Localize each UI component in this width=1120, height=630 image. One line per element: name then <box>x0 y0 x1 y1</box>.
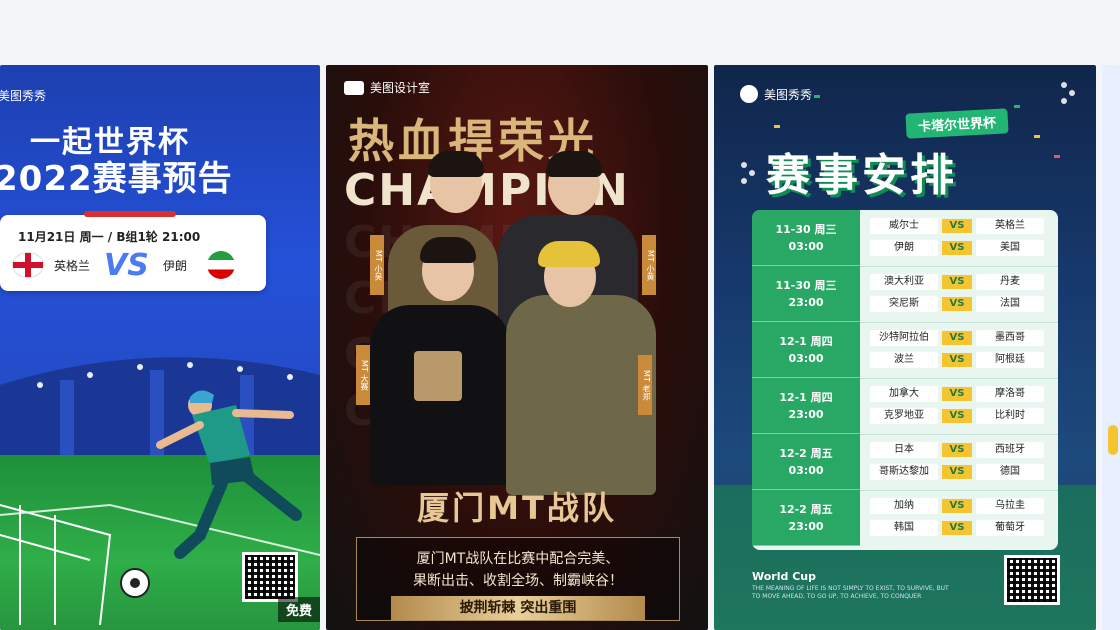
match-panel: 11月21日 周一 / B组1轮 21:00 英格兰 VS 伊朗 <box>0 211 266 291</box>
card-title: 赛事安排 <box>766 150 958 201</box>
team-name: 厦门MT战队 <box>417 489 617 527</box>
vs-badge: VS <box>942 465 972 479</box>
team-name: 摩洛哥 <box>976 386 1044 402</box>
team-name: 德国 <box>976 464 1044 480</box>
brand-text: 美图秀秀 <box>0 89 47 103</box>
schedule-row: 12-2 周五 03:00 日本 VS 西班牙 哥斯达黎加 VS 德国 <box>752 434 1058 491</box>
brand-label: 美图秀秀 <box>740 85 812 103</box>
card-subtitle: 卡塔尔世界杯 <box>905 108 1009 139</box>
vs-badge: VS <box>942 275 972 289</box>
team-name: 阿根廷 <box>976 352 1044 368</box>
england-flag-icon <box>12 252 44 278</box>
team-name: 丹麦 <box>976 274 1044 290</box>
schedule-datetime: 12-1 周四 23:00 <box>752 378 860 434</box>
team-away: 伊朗 <box>162 258 187 273</box>
brand-label: 美图秀秀 <box>0 87 46 104</box>
team-name: 法国 <box>976 296 1044 312</box>
brand-text: 美图秀秀 <box>764 87 813 102</box>
description-line: 厦门MT战队在比赛中配合完美、 <box>416 551 620 567</box>
team-name: 葡萄牙 <box>976 520 1044 536</box>
team-home: 英格兰 <box>54 258 91 273</box>
team-name: 日本 <box>870 442 938 458</box>
team-name: 乌拉圭 <box>976 498 1044 514</box>
team-name: 西班牙 <box>976 442 1044 458</box>
footer-title: World Cup <box>752 570 816 583</box>
team-name: 加拿大 <box>870 386 938 402</box>
iran-flag-icon <box>206 251 235 279</box>
schedule-row: 12-1 周四 03:00 沙特阿拉伯 VS 墨西哥 波兰 VS 阿根廷 <box>752 322 1058 379</box>
vs-badge: VS <box>942 387 972 401</box>
card-title-line2: 2022赛事预告 <box>0 159 233 199</box>
brand-label: 美图设计室 <box>344 79 430 96</box>
template-card-world-cup-preview[interactable]: 美图秀秀 一起世界杯 2022赛事预告 11月21日 周一 / B组1轮 21:… <box>0 65 320 630</box>
vs-badge: VS <box>942 443 972 457</box>
footer-text: THE MEANING OF LIFE IS NOT SIMPLY TO EXI… <box>752 585 949 600</box>
meitu-logo-icon <box>740 85 758 103</box>
schedule-datetime: 12-2 周五 23:00 <box>752 490 860 546</box>
team-name: 威尔士 <box>870 218 938 234</box>
qr-code <box>1004 555 1060 605</box>
free-badge: 免费 <box>277 597 320 622</box>
team-name: 克罗地亚 <box>870 408 938 424</box>
schedule-table: 11-30 周三 03:00 威尔士 VS 英格兰 伊朗 VS 美国 11-30 … <box>752 210 1058 550</box>
vs-badge: VS <box>942 521 972 535</box>
team-name: 韩国 <box>870 520 938 536</box>
description-text: 厦门MT战队在比赛中配合完美、 果断出击、收割全场、制霸峡谷！ <box>357 548 679 592</box>
player-tag: MT 老郑 <box>638 355 652 415</box>
vs-badge: VS <box>942 409 972 423</box>
description-box: 厦门MT战队在比赛中配合完美、 果断出击、收割全场、制霸峡谷！ 披荆斩棘 突出重… <box>356 537 680 621</box>
player-tag: MT 小黄 <box>642 235 656 295</box>
match-row: 英格兰 VS 伊朗 <box>12 248 252 283</box>
partial-card-graphic <box>1108 425 1118 455</box>
team-name: 哥斯达黎加 <box>870 464 938 480</box>
team-name: 英格兰 <box>976 218 1044 234</box>
vs-badge: VS <box>942 499 972 513</box>
template-card-esports-team[interactable]: 美图设计室 热血捍荣光 CHAMPION CHAMPIONCHAMPIONCHA… <box>326 65 708 630</box>
team-name: 墨西哥 <box>976 330 1044 346</box>
team-name: 比利时 <box>976 408 1044 424</box>
schedule-row: 11-30 周三 23:00 澳大利亚 VS 丹麦 突尼斯 VS 法国 <box>752 266 1058 323</box>
template-card-match-schedule[interactable]: 美图秀秀 卡塔尔世界杯 赛事安排 11-30 周三 03:00 威尔士 VS 英格… <box>714 65 1096 630</box>
vs-badge: VS <box>942 297 972 311</box>
schedule-row: 11-30 周三 03:00 威尔士 VS 英格兰 伊朗 VS 美国 <box>752 210 1058 267</box>
vs-label: VS <box>104 247 149 283</box>
qr-code <box>242 552 298 602</box>
team-name: 突尼斯 <box>870 296 938 312</box>
slogan-banner: 披荆斩棘 突出重围 <box>391 596 645 620</box>
schedule-datetime: 11-30 周三 03:00 <box>752 210 860 266</box>
schedule-row: 12-2 周五 23:00 加纳 VS 乌拉圭 韩国 VS 葡萄牙 <box>752 490 1058 546</box>
vs-badge: VS <box>942 219 972 233</box>
vs-badge: VS <box>942 241 972 255</box>
team-name: 波兰 <box>870 352 938 368</box>
brand-text: 美图设计室 <box>370 81 431 95</box>
panel-accent-bar <box>84 211 176 217</box>
team-name: 澳大利亚 <box>870 274 938 290</box>
team-name: 加纳 <box>870 498 938 514</box>
vs-badge: VS <box>942 353 972 367</box>
match-date: 11月21日 周一 / B组1轮 21:00 <box>18 230 201 244</box>
schedule-datetime: 12-1 周四 03:00 <box>752 322 860 378</box>
player-tag: MT 小吴 <box>370 235 384 295</box>
schedule-datetime: 11-30 周三 23:00 <box>752 266 860 322</box>
schedule-datetime: 12-2 周五 03:00 <box>752 434 860 490</box>
team-name: 伊朗 <box>870 240 938 256</box>
meitu-design-logo-icon <box>344 80 364 95</box>
team-name: 沙特阿拉伯 <box>870 330 938 346</box>
vs-badge: VS <box>942 331 972 345</box>
player-tag: MT 大赛 <box>356 345 370 405</box>
schedule-row: 12-1 周四 23:00 加拿大 VS 摩洛哥 克罗地亚 VS 比利时 <box>752 378 1058 435</box>
description-line: 果断出击、收割全场、制霸峡谷！ <box>413 573 623 589</box>
team-name: 美国 <box>976 240 1044 256</box>
template-card-partial[interactable] <box>1102 65 1120 630</box>
